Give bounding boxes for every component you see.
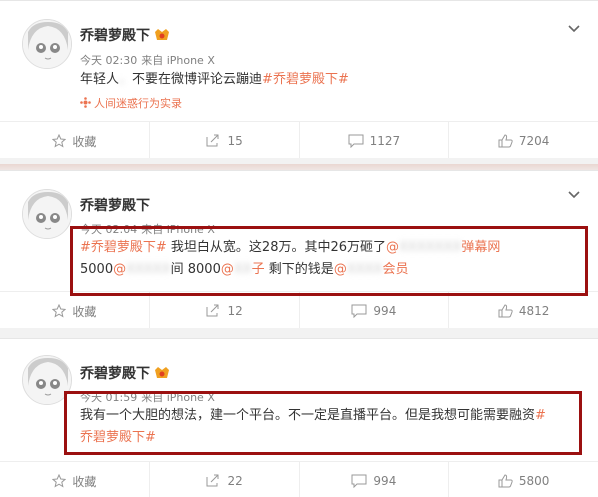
- repost-icon: [206, 134, 219, 147]
- post-time[interactable]: 今天 02:30: [80, 54, 137, 67]
- like-icon: [498, 134, 513, 148]
- fav-button[interactable]: 收藏: [0, 462, 150, 497]
- source-link[interactable]: 人间迷惑行为实录: [80, 95, 182, 111]
- author-name[interactable]: 乔碧萝殿下: [80, 363, 170, 383]
- like-icon: [498, 304, 513, 318]
- comment-button[interactable]: 994: [300, 292, 450, 330]
- avatar[interactable]: [22, 189, 72, 239]
- vip-icon: [155, 367, 169, 378]
- post-content: 年轻人。不要在微博评论云蹦迪#乔碧萝殿下#: [80, 72, 349, 87]
- post-toolbar: 收藏 12 994 4812: [0, 292, 598, 330]
- comment-button[interactable]: 1127: [300, 122, 450, 160]
- star-icon: [52, 474, 67, 488]
- highlight-box: [70, 226, 588, 296]
- repost-button[interactable]: 22: [150, 462, 300, 497]
- like-button[interactable]: 5800: [449, 462, 598, 497]
- post-toolbar: 收藏 15 1127 7204: [0, 122, 598, 160]
- like-icon: [498, 474, 513, 488]
- author-name[interactable]: 乔碧萝殿下: [80, 195, 150, 215]
- fav-button[interactable]: 收藏: [0, 122, 150, 160]
- avatar[interactable]: [22, 19, 72, 69]
- post-via: 来自 iPhone X: [141, 54, 215, 67]
- comment-icon: [351, 474, 367, 488]
- star-icon: [52, 304, 67, 318]
- chevron-down-icon[interactable]: [568, 189, 580, 201]
- like-button[interactable]: 7204: [449, 122, 598, 160]
- fav-button[interactable]: 收藏: [0, 292, 150, 330]
- repost-button[interactable]: 12: [150, 292, 300, 330]
- post-card-1: 乔碧萝殿下 今天 02:30 来自 iPhone X 年轻人。不要在微博评论云蹦迪…: [0, 0, 598, 160]
- repost-icon: [206, 304, 219, 317]
- highlight-box: [64, 391, 582, 455]
- post-toolbar: 收藏 22 994 5800: [0, 462, 598, 497]
- comment-button[interactable]: 994: [300, 462, 450, 497]
- post-meta: 今天 02:30 来自 iPhone X: [80, 52, 219, 68]
- chevron-down-icon[interactable]: [568, 23, 580, 35]
- hashtag-link[interactable]: #乔碧萝殿下#: [262, 72, 349, 87]
- comment-icon: [348, 134, 364, 148]
- comment-icon: [351, 304, 367, 318]
- repost-button[interactable]: 15: [150, 122, 300, 160]
- like-button[interactable]: 4812: [449, 292, 598, 330]
- vip-icon: [155, 29, 169, 40]
- repost-icon: [206, 474, 219, 487]
- author-name[interactable]: 乔碧萝殿下: [80, 25, 170, 45]
- star-icon: [52, 134, 67, 148]
- source-icon: [80, 97, 91, 108]
